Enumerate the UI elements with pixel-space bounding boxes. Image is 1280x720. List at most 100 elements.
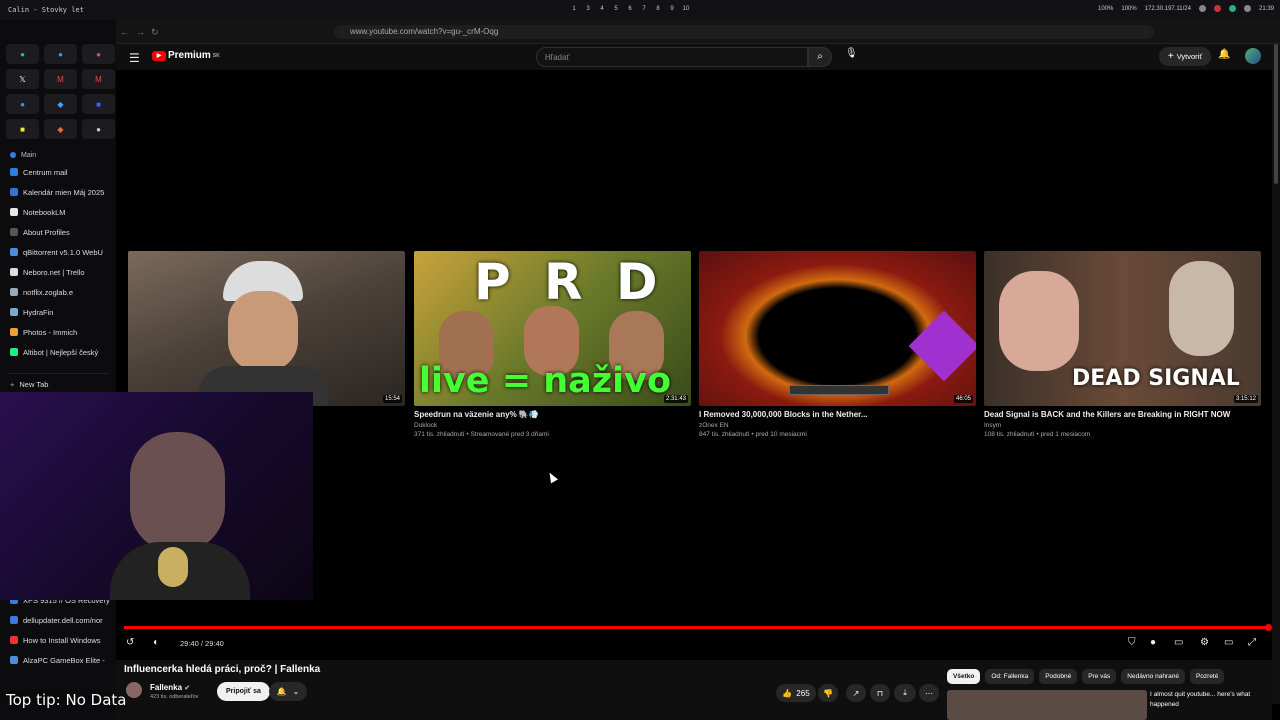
replay-icon[interactable]: ↺	[126, 637, 134, 648]
tab-item[interactable]: How to Install Windows	[0, 630, 116, 650]
pinned-whatsapp[interactable]: ●	[6, 44, 39, 64]
card-title[interactable]: I Removed 30,000,000 Blocks in the Nethe…	[699, 410, 976, 419]
section-main[interactable]: Main	[0, 148, 116, 162]
tab-item[interactable]: Photos - Immich	[0, 322, 116, 342]
share-button[interactable]: ↗	[846, 684, 866, 702]
chip-from-channel[interactable]: Od: Fallenka	[985, 669, 1035, 684]
pinned-github[interactable]: ●	[82, 119, 115, 139]
subtitles-icon[interactable]: ▭	[1174, 637, 1183, 648]
fullscreen-icon[interactable]: ⤢	[1248, 637, 1256, 648]
tab-item[interactable]: About Profiles	[0, 222, 116, 242]
video-thumbnail[interactable]: 46:05	[699, 251, 976, 406]
chip-watched[interactable]: Pozreté	[1189, 669, 1225, 684]
mic-icon[interactable]: 🎙	[845, 48, 858, 59]
autoplay-toggle[interactable]: ●	[1150, 637, 1156, 648]
endscreen-card[interactable]: 15:54	[128, 251, 405, 406]
new-tab-button[interactable]: + New Tab	[0, 374, 116, 394]
pinned-yellow[interactable]: ■	[6, 119, 39, 139]
pinned-chat[interactable]: ●	[6, 94, 39, 114]
workspace-6[interactable]: 6	[626, 5, 634, 13]
channel-name[interactable]: Fallenka ✔	[150, 683, 190, 692]
progress-bar[interactable]	[124, 624, 1272, 631]
recommended-thumbnail[interactable]	[947, 690, 1147, 720]
back-icon[interactable]: ←	[120, 27, 129, 37]
tab-item[interactable]: notflix.zoglab.e	[0, 282, 116, 302]
notifications-icon[interactable]: 🔔	[1218, 49, 1230, 60]
like-button[interactable]: 👍 265	[776, 684, 816, 702]
search-button[interactable]: ⌕	[808, 47, 832, 67]
pinned-drop[interactable]: ◆	[44, 94, 77, 114]
channel-avatar[interactable]	[126, 682, 142, 698]
settings-icon[interactable]: ⚙	[1200, 637, 1209, 648]
tab-item[interactable]: Kalendár mien Máj 2025	[0, 182, 116, 202]
tab-item[interactable]: qBittorrent v5.1.0 WebU	[0, 242, 116, 262]
shield-icon[interactable]: ⛉	[1128, 637, 1136, 648]
chip-recently-uploaded[interactable]: Nedávno nahrané	[1121, 669, 1185, 684]
record-icon[interactable]	[1213, 5, 1221, 12]
pinned-blue[interactable]: ■	[82, 94, 115, 114]
update-icon[interactable]	[1228, 5, 1236, 12]
progress-handle[interactable]	[1265, 624, 1272, 631]
recommended-title[interactable]: I almost quit youtube... here's what hap…	[1150, 690, 1270, 710]
search-input[interactable]: Hľadať	[536, 47, 808, 67]
workspace-8[interactable]: 8	[654, 5, 662, 13]
screen: Calin - Stovky let 1 2 3 4 5 6 7 8 9 10 …	[0, 0, 1280, 720]
system-tray: 100% 100% 172.30.197.11/24 21:39	[1098, 5, 1274, 12]
card-channel[interactable]: Duklock	[414, 422, 691, 429]
reload-icon[interactable]: ↻	[151, 27, 159, 38]
chip-related[interactable]: Podobné	[1039, 669, 1078, 684]
workspace-3[interactable]: 3	[584, 5, 592, 13]
tab-item[interactable]: AlzaPC GameBox Elite -	[0, 650, 116, 670]
scroll-thumb[interactable]	[1274, 44, 1278, 184]
power-icon[interactable]	[1243, 5, 1251, 12]
save-button[interactable]: ⊓	[870, 684, 890, 702]
workspace-5[interactable]: 5	[612, 5, 620, 13]
chip-for-you[interactable]: Pre vás	[1082, 669, 1117, 684]
tab-item[interactable]: HydraFin	[0, 302, 116, 322]
video-thumbnail[interactable]: P R D live = naživo 2:31:43	[414, 251, 691, 406]
workspace-9[interactable]: 9	[668, 5, 676, 13]
download-button[interactable]: ⤓	[894, 684, 916, 702]
pinned-gmail-1[interactable]: M	[44, 69, 77, 89]
workspace-7[interactable]: 7	[640, 5, 648, 13]
pinned-gmail-2[interactable]: M	[82, 69, 115, 89]
brightness-readout[interactable]: 100%	[1121, 6, 1136, 12]
tab-item[interactable]: Centrum mail	[0, 162, 116, 182]
tab-item[interactable]: Neboro.net | Trello	[0, 262, 116, 282]
volume-icon[interactable]: ◖	[152, 637, 158, 648]
theater-icon[interactable]: ▭	[1224, 637, 1233, 648]
workspace-1[interactable]: 1	[570, 5, 578, 13]
tab-item[interactable]: dellupdater.dell.com/nor	[0, 610, 116, 630]
join-button[interactable]: Pripojiť sa	[217, 682, 270, 701]
pinned-x[interactable]: 𝕏	[6, 69, 39, 89]
menu-icon[interactable]: ☰	[129, 51, 140, 65]
forward-icon[interactable]: →	[136, 27, 145, 37]
pinned-gitlab[interactable]: ◆	[44, 119, 77, 139]
dislike-button[interactable]: 👎	[818, 684, 838, 702]
video-thumbnail[interactable]: 15:54	[128, 251, 405, 406]
url-field[interactable]: www.youtube.com/watch?v=gu-_crM-Oqg	[334, 25, 1154, 39]
create-button[interactable]: + Vytvoriť	[1159, 47, 1211, 66]
card-title[interactable]: Dead Signal is BACK and the Killers are …	[984, 410, 1261, 419]
youtube-logo[interactable]: ▶ Premium SK	[152, 50, 220, 61]
card-title[interactable]: Speedrun na väzenie any% 🐘💨	[414, 410, 691, 419]
endscreen-card[interactable]: P R D live = naživo 2:31:43 Speedrun na …	[414, 251, 691, 438]
more-button[interactable]: ⋯	[919, 684, 939, 702]
video-thumbnail[interactable]: DEAD SIGNAL 3:15:12	[984, 251, 1261, 406]
workspace-4[interactable]: 4	[598, 5, 606, 13]
volume-readout[interactable]: 100%	[1098, 6, 1113, 12]
page-scrollbar[interactable]	[1272, 44, 1280, 704]
tab-item[interactable]: Altibot | Nejlepší český	[0, 342, 116, 362]
subscription-bell-button[interactable]: 🔔 ⌄	[269, 682, 307, 701]
card-channel[interactable]: Insym	[984, 422, 1261, 429]
network-icon[interactable]	[1198, 5, 1206, 12]
endscreen-card[interactable]: DEAD SIGNAL 3:15:12 Dead Signal is BACK …	[984, 251, 1261, 438]
card-channel[interactable]: zOnex EN	[699, 422, 976, 429]
tab-item[interactable]: NotebookLM	[0, 202, 116, 222]
avatar[interactable]	[1245, 48, 1261, 64]
pinned-messenger[interactable]: ●	[44, 44, 77, 64]
pinned-instagram[interactable]: ●	[82, 44, 115, 64]
chip-all[interactable]: Všetko	[947, 669, 981, 684]
endscreen-card[interactable]: 46:05 I Removed 30,000,000 Blocks in the…	[699, 251, 976, 438]
workspace-10[interactable]: 10	[682, 5, 690, 13]
